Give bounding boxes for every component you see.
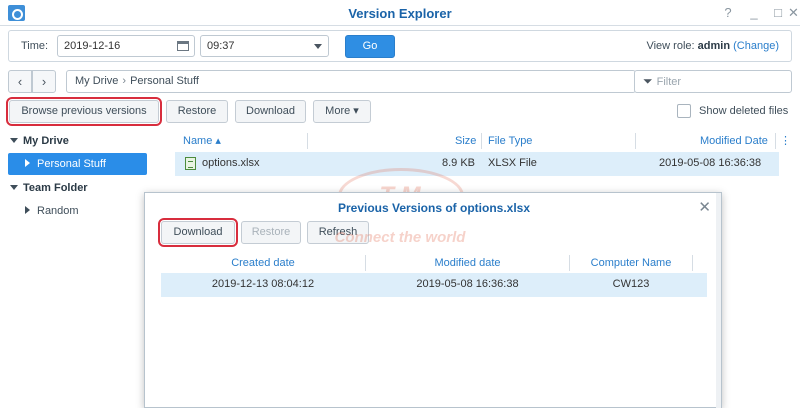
tree-my-drive-label: My Drive [23,135,69,147]
tree-team-folder-label: Team Folder [23,182,88,194]
browse-previous-versions-button[interactable]: Browse previous versions [6,97,162,126]
minimize-icon[interactable]: _ [744,3,764,23]
tree-item-random[interactable]: Random [25,205,79,217]
filter-input[interactable]: ⏷ Filter [634,70,792,93]
column-file-type[interactable]: File Type [488,131,532,151]
date-field[interactable]: 2019-12-16 [57,35,195,57]
dialog-close-icon[interactable]: ✕ [698,198,711,216]
file-type: XLSX File [488,157,537,169]
download-button[interactable]: Download [235,100,306,123]
column-computer-name[interactable]: Computer Name [570,253,692,273]
collapse-arrow-icon[interactable] [25,159,30,167]
column-divider [635,133,636,149]
chevron-down-icon[interactable] [314,44,322,49]
view-role-prefix: View role: [646,40,695,52]
column-created-date[interactable]: Created date [161,253,365,273]
date-value: 2019-12-16 [64,40,121,52]
change-role-link[interactable]: Change [737,40,776,52]
breadcrumb: My Drive › Personal Stuff [66,70,636,93]
dialog-title: Previous Versions of options.xlsx [337,201,531,215]
tree-team-folder[interactable]: Team Folder [10,182,88,194]
column-divider [692,255,693,271]
dialog-scrollbar[interactable] [716,193,721,408]
go-button[interactable]: Go [345,35,395,58]
view-role-value: admin [697,40,731,52]
table-row[interactable]: 2019-12-13 08:04:12 2019-05-08 16:36:38 … [161,273,707,297]
more-button[interactable]: More ▾ [313,100,371,123]
previous-versions-dialog: Previous Versions of options.xlsx ✕ Down… [144,192,722,408]
column-divider [481,133,482,149]
time-selector-bar: Time: 2019-12-16 09:37 Go View role: adm… [8,30,792,62]
breadcrumb-personal-stuff[interactable]: Personal Stuff [130,75,199,87]
version-computer-name: CW123 [612,278,650,290]
maximize-icon[interactable]: □ [768,3,788,23]
dialog-restore-button: Restore [241,221,301,244]
breadcrumb-separator: › [122,75,127,87]
column-size[interactable]: Size [455,131,476,151]
xlsx-file-icon [185,157,196,170]
help-icon[interactable]: ? [718,3,738,23]
tree-my-drive[interactable]: My Drive [10,135,69,147]
tree-personal-stuff-label: Personal Stuff [37,158,106,170]
column-divider [307,133,308,149]
show-deleted-checkbox[interactable] [677,104,691,118]
navigation-bar: ‹ › My Drive › Personal Stuff ⏷ Filter [8,70,792,94]
watermark-tagline: Connect the world [334,229,466,246]
dialog-download-button[interactable]: Download [158,218,238,247]
restore-button[interactable]: Restore [166,100,228,123]
table-row[interactable]: options.xlsx 8.9 KB XLSX File 2019-05-08… [175,152,779,176]
file-name: options.xlsx [202,157,260,169]
column-modified-date[interactable]: Modified date [366,253,569,273]
close-icon[interactable]: ✕ [787,3,800,23]
view-role: View role: admin (Change) [646,40,779,52]
filter-icon[interactable]: ⏷ [643,74,653,88]
version-modified-date: 2019-05-08 16:36:38 [416,278,519,290]
column-options-icon[interactable]: ⋮ [780,131,791,151]
version-created-date: 2019-12-13 08:04:12 [211,278,315,290]
column-name[interactable]: Name ▴ [183,131,221,151]
filter-placeholder: Filter [656,76,682,88]
window-title: Version Explorer [348,6,452,21]
tree-random-label: Random [37,205,79,217]
calendar-icon[interactable] [177,41,189,51]
expand-icon[interactable] [10,138,18,143]
column-modified-date[interactable]: Modified Date [700,131,768,151]
file-modified: 2019-05-08 16:36:38 [659,157,762,169]
forward-button[interactable]: › [32,70,56,93]
time-field[interactable]: 09:37 [200,35,329,57]
breadcrumb-my-drive[interactable]: My Drive [75,75,118,87]
column-divider [775,133,776,149]
title-bar: Version Explorer ? _ □ ✕ [0,0,800,26]
collapse-arrow-icon[interactable] [25,206,30,214]
tree-item-personal-stuff[interactable]: Personal Stuff [8,153,147,175]
time-value: 09:37 [207,40,235,52]
folder-tree: My Drive Personal Stuff Team Folder Rand… [0,128,160,408]
change-close-paren: ) [775,40,779,52]
time-label: Time: [21,40,49,52]
expand-icon[interactable] [10,185,18,190]
back-button[interactable]: ‹ [8,70,32,93]
show-deleted-label: Show deleted files [699,105,789,117]
